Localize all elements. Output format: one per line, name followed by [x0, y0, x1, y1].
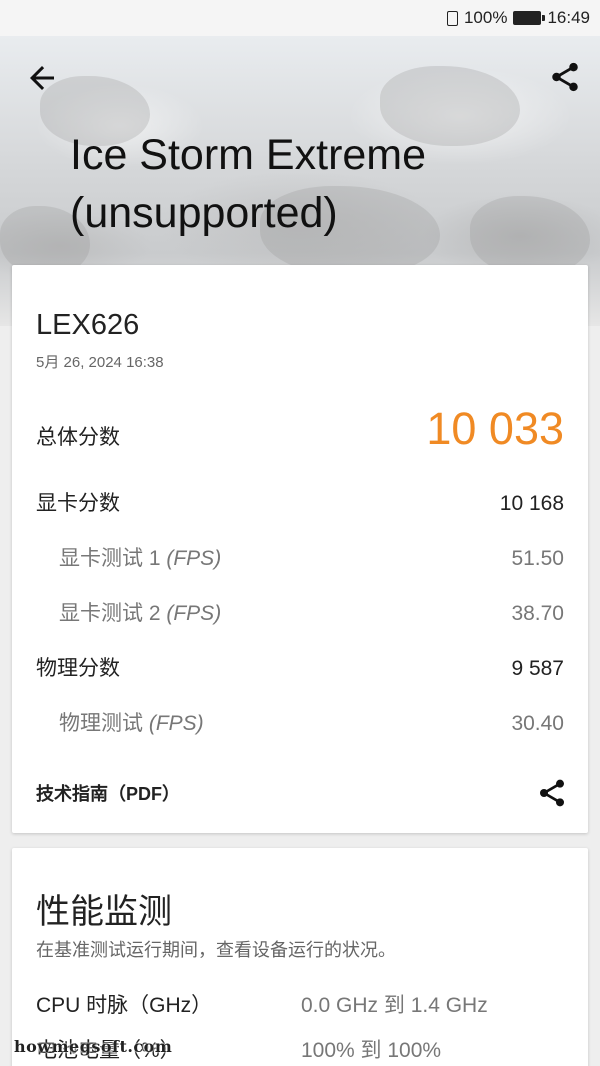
sim-card-icon — [446, 10, 458, 26]
physics-test-label: 物理测试 (FPS) — [36, 707, 204, 737]
graphics-test2-row: 显卡测试 2 (FPS) 38.70 — [36, 597, 564, 627]
physics-test-name: 物理测试 — [59, 712, 143, 735]
cpu-clock-row: CPU 时脉（GHz） 0.0 GHz 到 1.4 GHz — [36, 989, 564, 1019]
graphics-test1-row: 显卡测试 1 (FPS) 51.50 — [36, 542, 564, 572]
arrow-left-icon — [30, 66, 54, 90]
physics-test-row: 物理测试 (FPS) 30.40 — [36, 707, 564, 737]
performance-title: 性能监测 — [36, 893, 172, 931]
graphics-test2-value: 38.70 — [511, 602, 564, 625]
tech-guide-link[interactable]: 技术指南（PDF） — [36, 780, 180, 806]
battery-level-value: 100% 到 100% — [301, 1039, 442, 1062]
physics-score-value: 9 587 — [511, 657, 564, 680]
title-line-2: (unsupported) — [70, 189, 338, 237]
status-bar: 100% 16:49 — [0, 0, 600, 36]
graphics-score-label: 显卡分数 — [36, 492, 120, 515]
graphics-test2-name: 显卡测试 2 — [59, 602, 161, 625]
graphics-score-row: 显卡分数 10 168 — [36, 487, 564, 517]
physics-score-row: 物理分数 9 587 — [36, 652, 564, 682]
title-line-1: Ice Storm Extreme — [70, 131, 427, 179]
performance-card: 性能监测 在基准测试运行期间，查看设备运行的状况。 CPU 时脉（GHz） 0.… — [12, 848, 588, 1066]
cpu-clock-value: 0.0 GHz 到 1.4 GHz — [301, 994, 488, 1017]
watermark: howmegsoft.com — [14, 1037, 173, 1056]
graphics-test1-label: 显卡测试 1 (FPS) — [36, 542, 221, 572]
graphics-test2-unit: (FPS) — [166, 602, 222, 625]
page-title: Ice Storm Extreme (unsupported) — [70, 126, 570, 242]
physics-test-value: 30.40 — [511, 712, 564, 735]
battery-icon — [513, 11, 546, 25]
device-name: LEX626 — [36, 309, 140, 341]
run-date: 5月 26, 2024 16:38 — [36, 354, 164, 371]
performance-description: 在基准测试运行期间，查看设备运行的状况。 — [36, 940, 396, 960]
clock: 16:49 — [547, 8, 590, 27]
graphics-test1-unit: (FPS) — [166, 547, 222, 570]
share-icon — [540, 779, 564, 807]
cpu-clock-label: CPU 时脉（GHz） — [36, 994, 213, 1017]
graphics-score-value: 10 168 — [499, 492, 564, 515]
battery-percent: 100% — [463, 8, 508, 27]
result-card: LEX626 5月 26, 2024 16:38 总体分数 10 033 显卡分… — [12, 265, 588, 833]
overall-score-value: 10 033 — [426, 403, 564, 454]
graphics-test2-label: 显卡测试 2 (FPS) — [36, 597, 221, 627]
share-button[interactable] — [548, 60, 582, 94]
back-button[interactable] — [24, 60, 60, 96]
overall-score-row: 总体分数 10 033 — [36, 403, 564, 455]
graphics-test1-value: 51.50 — [511, 547, 564, 570]
physics-score-label: 物理分数 — [36, 657, 120, 680]
graphics-test1-name: 显卡测试 1 — [59, 547, 161, 570]
overall-score-label: 总体分数 — [36, 426, 120, 449]
share-icon — [552, 62, 578, 92]
tech-guide-row[interactable]: 技术指南（PDF） — [36, 777, 568, 809]
share-pdf-button[interactable] — [536, 777, 568, 809]
physics-test-unit: (FPS) — [148, 712, 204, 735]
